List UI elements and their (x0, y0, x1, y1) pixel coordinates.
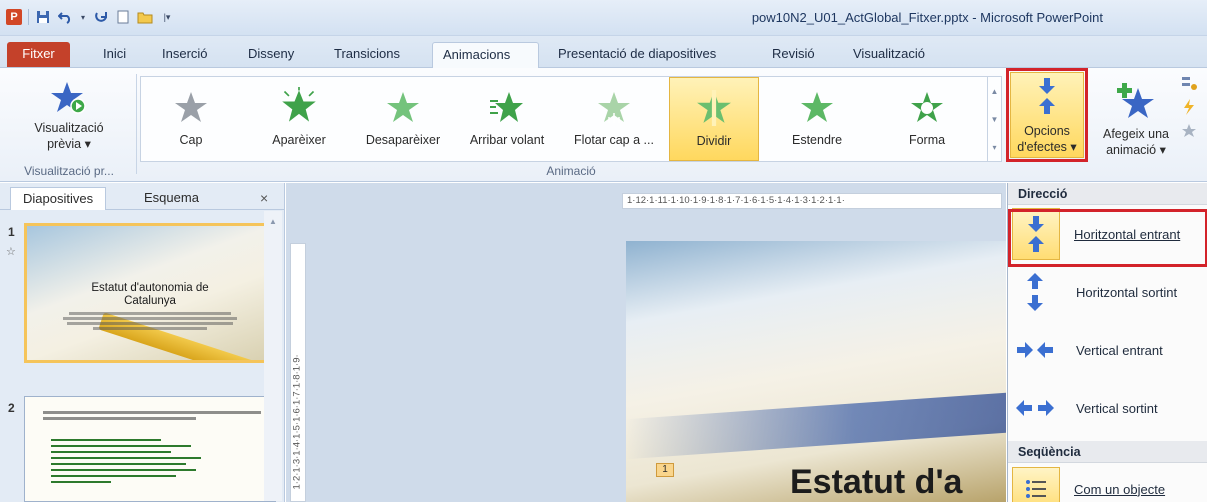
add-animation-button[interactable]: Afegeix una animació ▾ (1094, 72, 1178, 158)
preview-star-icon (6, 74, 132, 116)
ribbon-separator (136, 74, 137, 174)
tab-home[interactable]: Inici (93, 42, 136, 68)
horizontal-out-label: Horitzontal sortint (1076, 284, 1178, 300)
slide-number-2: 2 (8, 401, 15, 415)
gallery-down-icon: ▼ (990, 114, 999, 124)
slide-1-title: Estatut d'autonomia de Catalunya (91, 282, 209, 307)
star-appear-icon (282, 87, 316, 122)
close-pane-icon[interactable]: × (260, 190, 268, 206)
scroll-up-icon: ▲ (269, 217, 277, 226)
animation-shape[interactable]: Forma (881, 77, 973, 161)
add-animation-star-icon (1094, 72, 1178, 122)
gallery-up-icon: ▲ (990, 86, 999, 96)
slide-background-band (626, 392, 1006, 460)
animation-group-label: Animació (546, 164, 596, 178)
tab-slideshow[interactable]: Presentació de diapositives (548, 42, 726, 68)
window-title: pow10N2_U01_ActGlobal_Fitxer.pptx - Micr… (751, 10, 1103, 25)
vertical-in-label: Vertical entrant (1076, 342, 1163, 358)
ribbon-tabs: Fitxer Inici Inserció Disseny Transicion… (0, 36, 1207, 68)
menu-item-as-one-object[interactable]: Com un objecte (1008, 463, 1207, 502)
vertical-out-label: Vertical sortint (1076, 400, 1158, 416)
slide-animation-marker-icon: ☆ (6, 246, 16, 258)
ribbon: Visualització prèvia ▾ Visualització pr.… (0, 68, 1207, 182)
slides-pane-scrollbar[interactable]: ▲ (264, 211, 282, 501)
slide-number-1: 1 (8, 225, 15, 239)
tab-review[interactable]: Revisió (762, 42, 825, 68)
tab-view[interactable]: Visualització (843, 42, 935, 68)
as-one-object-label: Com un objecte (1074, 481, 1166, 497)
menu-item-vertical-out[interactable]: Vertical sortint (1008, 379, 1207, 437)
vertical-out-icon (1008, 382, 1062, 434)
add-animation-label-2: animació ▾ (1106, 143, 1166, 157)
star-shape-icon (911, 92, 943, 122)
animation-appear[interactable]: Aparèixer (255, 77, 343, 161)
animation-wipe[interactable]: Estendre (771, 77, 863, 161)
slide-editing-area: 1·12·1·11·1·10·1·9·1·8·1·7·1·6·1·5·1·4·1… (286, 183, 1006, 502)
tab-design[interactable]: Disseny (238, 42, 304, 68)
gallery-more-icon: ▾ (992, 142, 997, 152)
preview-label-2: prèvia ▾ (47, 137, 91, 151)
tab-transitions[interactable]: Transicions (324, 42, 410, 68)
star-wipe-icon (801, 92, 833, 122)
tab-file[interactable]: Fitxer (7, 42, 70, 67)
menu-item-vertical-in[interactable]: Vertical entrant (1008, 321, 1207, 379)
menu-item-horizontal-out[interactable]: Horitzontal sortint (1008, 263, 1207, 321)
slides-pane: Diapositives Esquema × 1 ☆ Estatut d'aut… (0, 183, 285, 502)
star-gray-icon (175, 92, 207, 122)
horizontal-in-highlight (1008, 209, 1207, 267)
preview-group-label: Visualització pr... (24, 164, 114, 178)
trigger-lightning-icon[interactable] (1180, 98, 1198, 116)
tab-insert[interactable]: Inserció (152, 42, 218, 68)
as-one-object-icon (1012, 467, 1060, 502)
slide-title[interactable]: Estatut d'a (790, 463, 962, 502)
title-bar: P ▾ |▾ pow10N2_U01_ActGlobal_Fitxer.pptx… (0, 0, 1207, 36)
animation-none[interactable]: Cap (147, 77, 235, 161)
add-animation-label-1: Afegeix una (1102, 127, 1170, 141)
tab-slides[interactable]: Diapositives (10, 187, 107, 210)
slide-thumbnail-2[interactable] (24, 396, 276, 502)
animation-fly-in[interactable]: Arribar volant (459, 77, 555, 161)
animation-split[interactable]: Dividir (669, 77, 759, 161)
slide-1-body-lines (63, 310, 237, 332)
animation-float-in[interactable]: Flotar cap a ... (565, 77, 663, 161)
star-disappear-icon (387, 92, 419, 122)
current-slide[interactable]: 1 Estatut d'a (626, 241, 1006, 502)
advanced-animation-small-icons (1180, 74, 1198, 140)
vertical-in-icon (1008, 324, 1062, 376)
gallery-scroll[interactable]: ▲ ▼ ▾ (987, 77, 1001, 161)
star-split-icon (697, 90, 731, 126)
slide-thumbnail-1[interactable]: Estatut d'autonomia de Catalunya (24, 223, 276, 363)
tab-animations[interactable]: Animacions (432, 42, 539, 68)
animation-pane-icon[interactable] (1180, 74, 1198, 92)
direction-header: Direcció (1008, 183, 1207, 205)
vertical-ruler: 1·2·1·3·1·4·1·5·1·6·1·7·1·8·1·9· (290, 243, 306, 502)
sequence-header: Seqüència (1008, 441, 1207, 463)
horizontal-ruler: 1·12·1·11·1·10·1·9·1·8·1·7·1·6·1·5·1·4·1… (622, 193, 1002, 209)
slide-2-body-lines (43, 411, 261, 420)
preview-button[interactable]: Visualització prèvia ▾ (6, 74, 132, 156)
animation-order-tag[interactable]: 1 (656, 463, 674, 477)
star-float-in-icon (598, 92, 630, 123)
animation-painter-icon[interactable] (1180, 122, 1198, 140)
slides-pane-tabs: Diapositives Esquema × (0, 183, 285, 210)
star-fly-in-icon (490, 92, 523, 122)
animation-disappear[interactable]: Desaparèixer (353, 77, 453, 161)
effect-options-menu: Direcció Horitzontal entrant Horitzontal… (1007, 183, 1207, 502)
horizontal-out-icon (1008, 266, 1062, 318)
slide-2-link-list (51, 435, 201, 487)
tab-outline[interactable]: Esquema (132, 187, 211, 210)
preview-label-1: Visualització (34, 121, 104, 135)
effect-options-highlight (1006, 68, 1088, 162)
animation-gallery: Cap Aparèixer Desaparèixer Arribar volan… (140, 76, 1002, 162)
